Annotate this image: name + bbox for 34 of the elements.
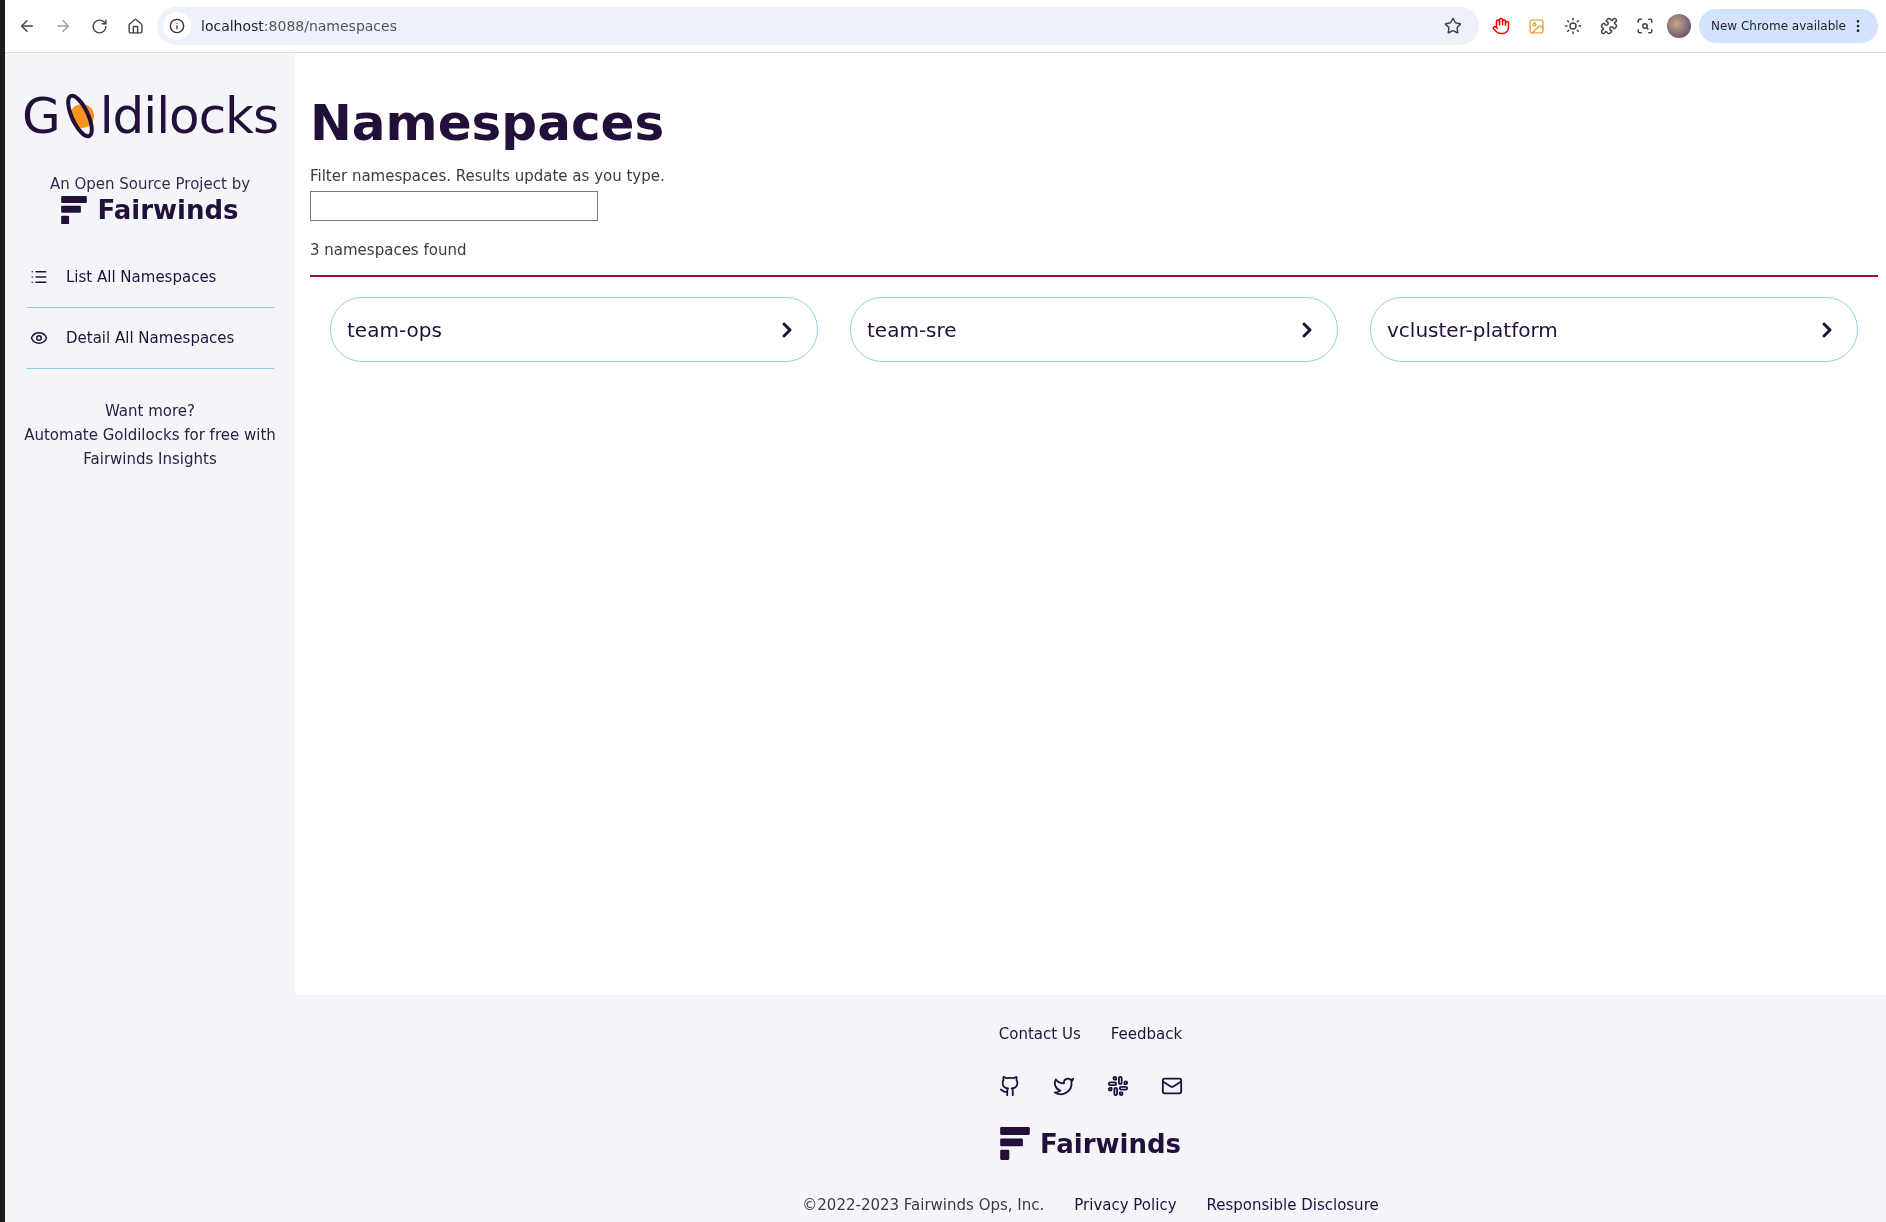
fairwinds-logo-icon (61, 195, 88, 225)
list-icon (30, 268, 48, 286)
avatar[interactable] (1666, 14, 1691, 38)
page-title: Namespaces (310, 93, 666, 153)
footer-link[interactable]: Contact Us (998, 1025, 1081, 1043)
goldilocks-logo: G ldilocks (21, 91, 279, 141)
twitter-icon[interactable] (1052, 1075, 1075, 1097)
fairwinds-logo-icon (999, 1127, 1030, 1160)
brand-text: Fairwinds (1039, 1128, 1181, 1159)
promo-text: Fairwinds Insights (82, 449, 218, 470)
byline-text: An Open Source Project by (49, 175, 251, 193)
promo-text: Want more? (103, 401, 196, 422)
info-icon[interactable] (163, 12, 191, 40)
github-icon[interactable] (998, 1075, 1021, 1097)
footer-link[interactable]: Feedback (1110, 1025, 1183, 1043)
eye-icon (30, 329, 48, 347)
nav-link[interactable]: List All Namespaces (26, 247, 274, 308)
footer-link[interactable]: Privacy Policy (1074, 1196, 1177, 1214)
slack-icon[interactable] (1106, 1075, 1129, 1097)
result-count: 3 namespaces found (310, 241, 468, 259)
namespace-card[interactable]: team-ops (330, 297, 818, 362)
update-button[interactable]: New Chrome available (1698, 9, 1878, 43)
url-text: localhost:8088/namespaces (201, 18, 398, 34)
mail-icon[interactable] (1160, 1075, 1183, 1097)
address-bar[interactable]: localhost:8088/namespaces (157, 7, 1479, 45)
copyright-text: ©2022-2023 Fairwinds Ops, Inc. (802, 1196, 1045, 1214)
footer-link[interactable]: Responsible Disclosure (1206, 1196, 1379, 1214)
brand-text: Fairwinds (97, 195, 239, 225)
filter-label: Filter namespaces. Results update as you type. (310, 167, 666, 185)
filter-field[interactable] (310, 191, 598, 221)
namespace-card[interactable]: team-sre (850, 297, 1338, 362)
promo-text: Automate Goldilocks for free with (24, 425, 276, 446)
namespace-card[interactable]: vcluster-platform (1370, 297, 1858, 362)
nav-link[interactable]: Detail All Namespaces (26, 308, 274, 369)
